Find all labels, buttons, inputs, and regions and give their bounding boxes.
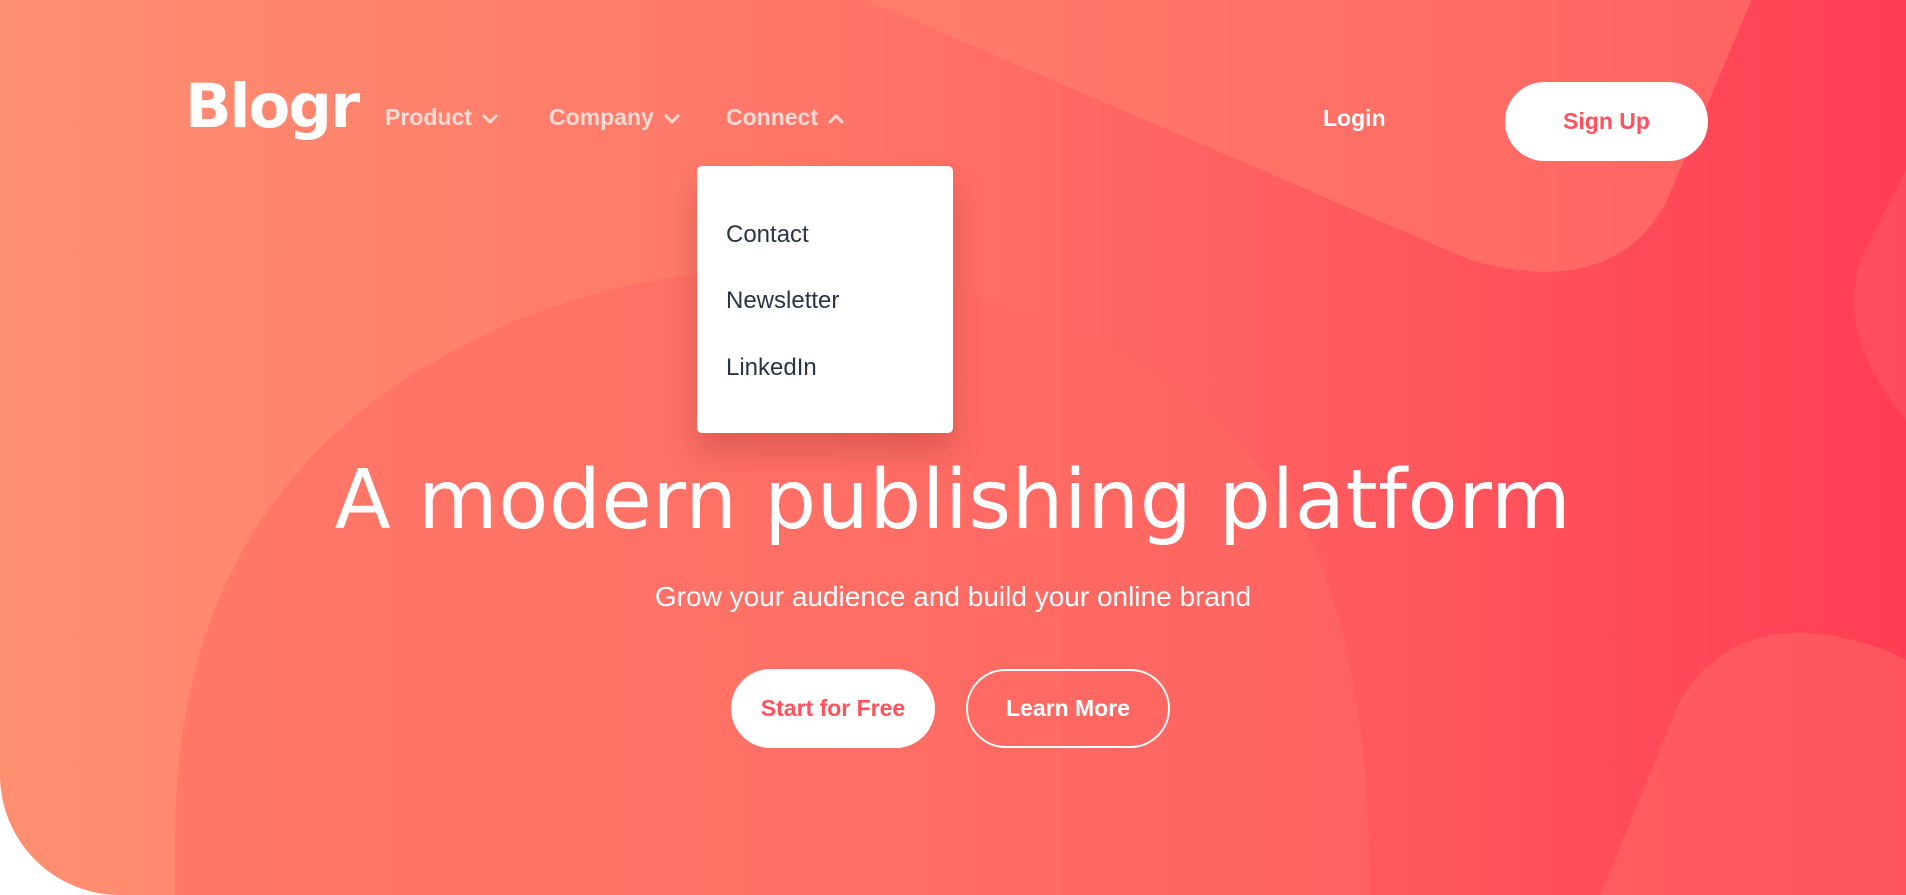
nav-item-label: Company [549,104,654,130]
chevron-down-icon [482,114,498,124]
connect-dropdown-menu: Contact Newsletter LinkedIn [697,166,953,433]
nav-item-company[interactable]: Company [549,106,680,129]
chevron-down-icon [664,114,680,124]
start-for-free-button[interactable]: Start for Free [731,669,935,748]
hero-section: Blogr Product Company Connect Login Sign… [0,0,1906,895]
nav-item-connect[interactable]: Connect [726,106,844,129]
bg-shape-lower-right [1600,632,1906,895]
top-navigation: Blogr Product Company Connect Login Sign… [0,0,1906,161]
nav-item-label: Product [385,104,472,130]
signup-button[interactable]: Sign Up [1505,82,1708,161]
nav-item-label: Connect [726,104,818,130]
nav-item-product[interactable]: Product [385,106,498,129]
dropdown-item-linkedin[interactable]: LinkedIn [726,356,817,380]
login-link[interactable]: Login [1323,107,1386,130]
dropdown-item-contact[interactable]: Contact [726,223,809,247]
hero-title: A modern publishing platform [334,452,1572,548]
chevron-up-icon [828,114,844,124]
hero-subtitle: Grow your audience and build your online… [654,581,1252,612]
learn-more-button[interactable]: Learn More [966,669,1170,748]
bg-shape-right-edge [1853,170,1906,420]
brand-logo[interactable]: Blogr [185,76,360,137]
dropdown-item-newsletter[interactable]: Newsletter [726,289,839,313]
